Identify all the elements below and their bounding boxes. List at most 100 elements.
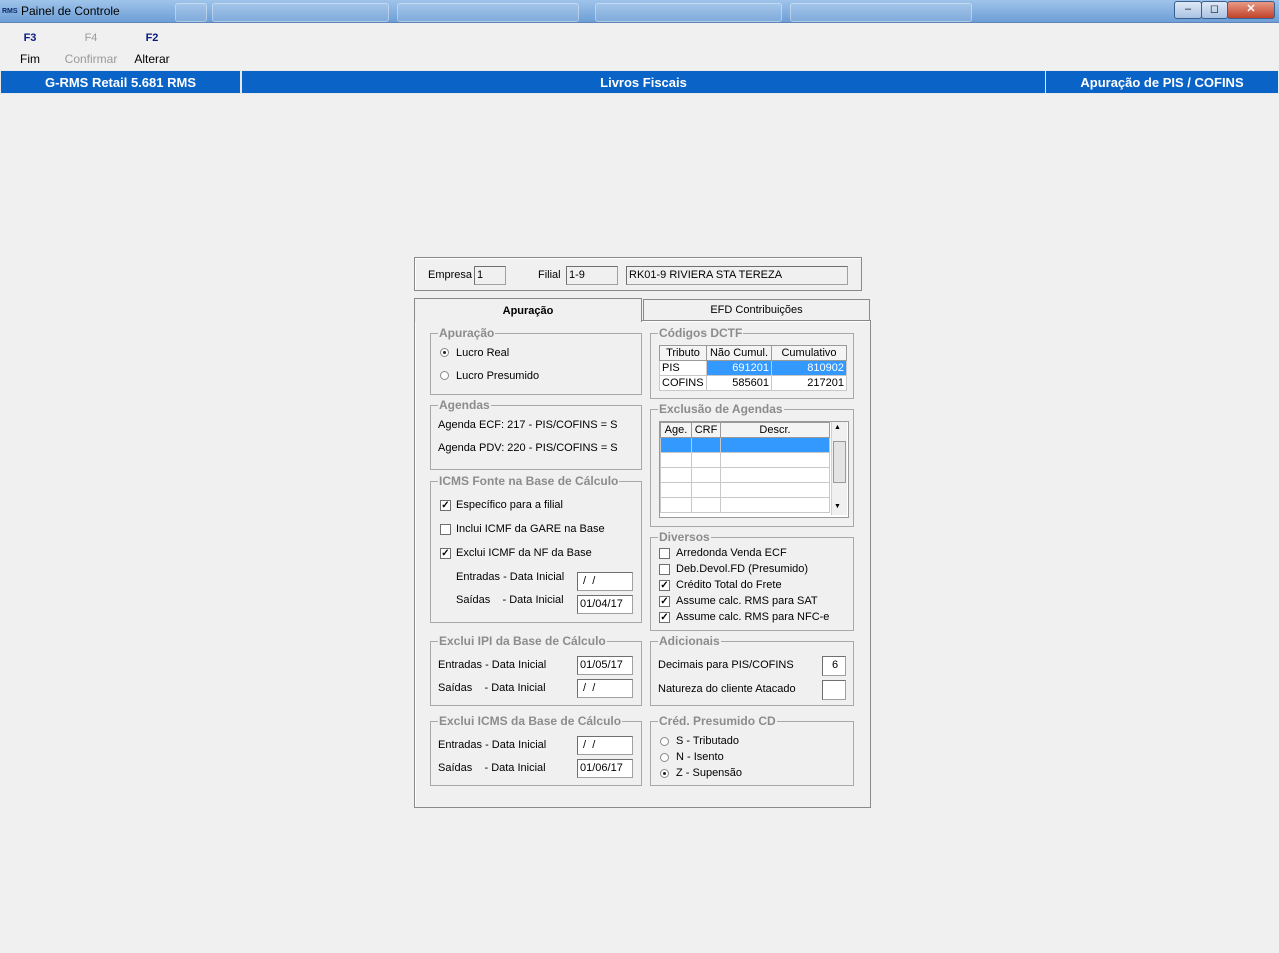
- empresa-label: Empresa: [428, 269, 473, 281]
- dctf-cell-tributo[interactable]: PIS: [659, 360, 707, 376]
- credito-frete-checkbox[interactable]: ✓: [659, 580, 670, 591]
- header-module: Livros Fiscais: [241, 70, 1046, 94]
- icms-entradas-field[interactable]: / /: [577, 736, 633, 755]
- fkey-action: Confirmar: [64, 52, 118, 66]
- tab-apuracao[interactable]: Apuração: [414, 298, 642, 322]
- dctf-col-cumulativo: Cumulativo: [771, 345, 847, 361]
- dctf-cell-nao-cumul[interactable]: 691201: [706, 360, 772, 376]
- diversos-legend: Diversos: [658, 530, 711, 544]
- agenda-ecf-text: Agenda ECF: 217 - PIS/COFINS = S: [438, 419, 618, 431]
- especifico-checkbox[interactable]: ✓: [440, 500, 451, 511]
- table-row[interactable]: [660, 497, 830, 513]
- agenda-pdv-text: Agenda PDV: 220 - PIS/COFINS = S: [438, 442, 618, 454]
- header-app-name: G-RMS Retail 5.681 RMS: [0, 70, 241, 94]
- header-screen-title: Apuração de PIS / COFINS: [1045, 70, 1279, 94]
- dctf-cell-nao-cumul[interactable]: 585601: [706, 375, 772, 391]
- fkey-action: Alterar: [134, 52, 170, 66]
- dctf-group: Códigos DCTF Tributo Não Cumul. Cumulati…: [650, 326, 854, 399]
- calc-nfce-label[interactable]: Assume calc. RMS para NFC-e: [676, 611, 829, 623]
- taskbar-ghost-tab: [397, 3, 579, 22]
- exclui-icmf-label[interactable]: Exclui ICMF da NF da Base: [456, 547, 592, 559]
- fkey-label: F4: [84, 32, 98, 44]
- ipi-entradas-label: Entradas - Data Inicial: [438, 659, 547, 671]
- close-button[interactable]: ✕: [1227, 1, 1275, 19]
- deb-devol-label[interactable]: Deb.Devol.FD (Presumido): [676, 563, 808, 575]
- exclusao-group: Exclusão de Agendas Age. CRF Descr. ▲ ▼: [650, 402, 854, 527]
- exclusao-grid[interactable]: Age. CRF Descr. ▲ ▼: [659, 421, 849, 518]
- icms-fonte-entradas-field[interactable]: / /: [577, 572, 633, 591]
- icms-entradas-label: Entradas - Data Inicial: [438, 739, 547, 751]
- tab-efd-contribuicoes[interactable]: EFD Contribuições: [643, 299, 870, 320]
- diversos-group: Diversos Arredonda Venda ECF Deb.Devol.F…: [650, 530, 854, 631]
- adicionais-group: Adicionais Decimais para PIS/COFINS 6 Na…: [650, 634, 854, 706]
- inclui-icmf-label[interactable]: Inclui ICMF da GARE na Base: [456, 523, 605, 535]
- fkey-label: F3: [23, 32, 37, 44]
- table-row[interactable]: [660, 452, 830, 468]
- minimize-button[interactable]: –: [1174, 1, 1202, 19]
- dctf-cell-tributo[interactable]: COFINS: [659, 375, 707, 391]
- scroll-down-icon[interactable]: ▼: [834, 503, 841, 510]
- toolbar-confirmar-button[interactable]: F4 Confirmar: [61, 32, 121, 68]
- fkey-action: Fim: [20, 52, 40, 66]
- taskbar-ghost-tab: [595, 3, 782, 22]
- ipi-saidas-label: Saídas - Data Inicial: [438, 682, 546, 694]
- dctf-table: Tributo Não Cumul. Cumulativo PIS 691201…: [659, 345, 847, 391]
- table-row[interactable]: [660, 467, 830, 483]
- exclusao-col-descr: Descr.: [720, 422, 830, 438]
- lucro-presumido-radio[interactable]: [440, 371, 449, 380]
- dctf-cell-cumulativo[interactable]: 217201: [771, 375, 847, 391]
- ipi-saidas-field[interactable]: / /: [577, 679, 633, 698]
- table-row[interactable]: [660, 437, 830, 453]
- lucro-presumido-label[interactable]: Lucro Presumido: [456, 370, 539, 382]
- toolbar-alterar-button[interactable]: F2 Alterar: [122, 32, 182, 68]
- adicionais-legend: Adicionais: [658, 634, 721, 648]
- filial-field[interactable]: 1-9: [566, 266, 618, 285]
- cred-presumido-group: Créd. Presumido CD S - Tributado N - Ise…: [650, 714, 854, 786]
- exclusao-col-age: Age.: [660, 422, 692, 438]
- arredonda-checkbox[interactable]: [659, 548, 670, 559]
- exclui-icmf-checkbox[interactable]: ✓: [440, 548, 451, 559]
- maximize-button[interactable]: ◻: [1201, 1, 1228, 19]
- table-row[interactable]: PIS 691201 810902: [659, 360, 847, 376]
- natureza-field[interactable]: [822, 680, 846, 700]
- tributado-label[interactable]: S - Tributado: [676, 735, 739, 747]
- credito-frete-label[interactable]: Crédito Total do Frete: [676, 579, 782, 591]
- scroll-thumb[interactable]: [833, 441, 846, 483]
- exclusao-col-crf: CRF: [691, 422, 721, 438]
- isento-radio[interactable]: [660, 753, 669, 762]
- scroll-up-icon[interactable]: ▲: [834, 424, 841, 431]
- calc-nfce-checkbox[interactable]: ✓: [659, 612, 670, 623]
- inclui-icmf-checkbox[interactable]: [440, 524, 451, 535]
- supensao-label[interactable]: Z - Supensão: [676, 767, 742, 779]
- calc-sat-checkbox[interactable]: ✓: [659, 596, 670, 607]
- lucro-real-label[interactable]: Lucro Real: [456, 347, 509, 359]
- exclusao-scrollbar[interactable]: ▲ ▼: [831, 422, 847, 515]
- icms-fonte-saidas-field[interactable]: 01/04/17: [577, 595, 633, 614]
- calc-sat-label[interactable]: Assume calc. RMS para SAT: [676, 595, 818, 607]
- table-row[interactable]: COFINS 585601 217201: [659, 375, 847, 391]
- icms-saidas-label: Saídas - Data Inicial: [438, 762, 546, 774]
- especifico-label[interactable]: Específico para a filial: [456, 499, 563, 511]
- decimais-field[interactable]: 6: [822, 656, 846, 676]
- icms-fonte-legend: ICMS Fonte na Base de Cálculo: [438, 474, 620, 488]
- lucro-real-radio[interactable]: [440, 348, 449, 357]
- toolbar-fim-button[interactable]: F3 Fim: [0, 32, 60, 68]
- table-row[interactable]: [660, 482, 830, 498]
- tributado-radio[interactable]: [660, 737, 669, 746]
- isento-label[interactable]: N - Isento: [676, 751, 724, 763]
- arredonda-label[interactable]: Arredonda Venda ECF: [676, 547, 787, 559]
- icms-fonte-saidas-label: Saídas - Data Inicial: [456, 594, 564, 606]
- decimais-label: Decimais para PIS/COFINS: [658, 659, 794, 671]
- deb-devol-checkbox[interactable]: [659, 564, 670, 575]
- filial-name-field: RK01-9 RIVIERA STA TEREZA: [626, 266, 848, 285]
- exclui-icms-group: Exclui ICMS da Base de Cálculo Entradas …: [430, 714, 642, 786]
- apuracao-legend: Apuração: [438, 326, 496, 340]
- natureza-label: Natureza do cliente Atacado: [658, 683, 796, 695]
- empresa-field[interactable]: 1: [474, 266, 506, 285]
- supensao-radio[interactable]: [660, 769, 669, 778]
- exclui-icms-legend: Exclui ICMS da Base de Cálculo: [438, 714, 623, 728]
- dctf-legend: Códigos DCTF: [658, 326, 744, 340]
- ipi-entradas-field[interactable]: 01/05/17: [577, 656, 633, 675]
- icms-saidas-field[interactable]: 01/06/17: [577, 759, 633, 778]
- dctf-cell-cumulativo[interactable]: 810902: [771, 360, 847, 376]
